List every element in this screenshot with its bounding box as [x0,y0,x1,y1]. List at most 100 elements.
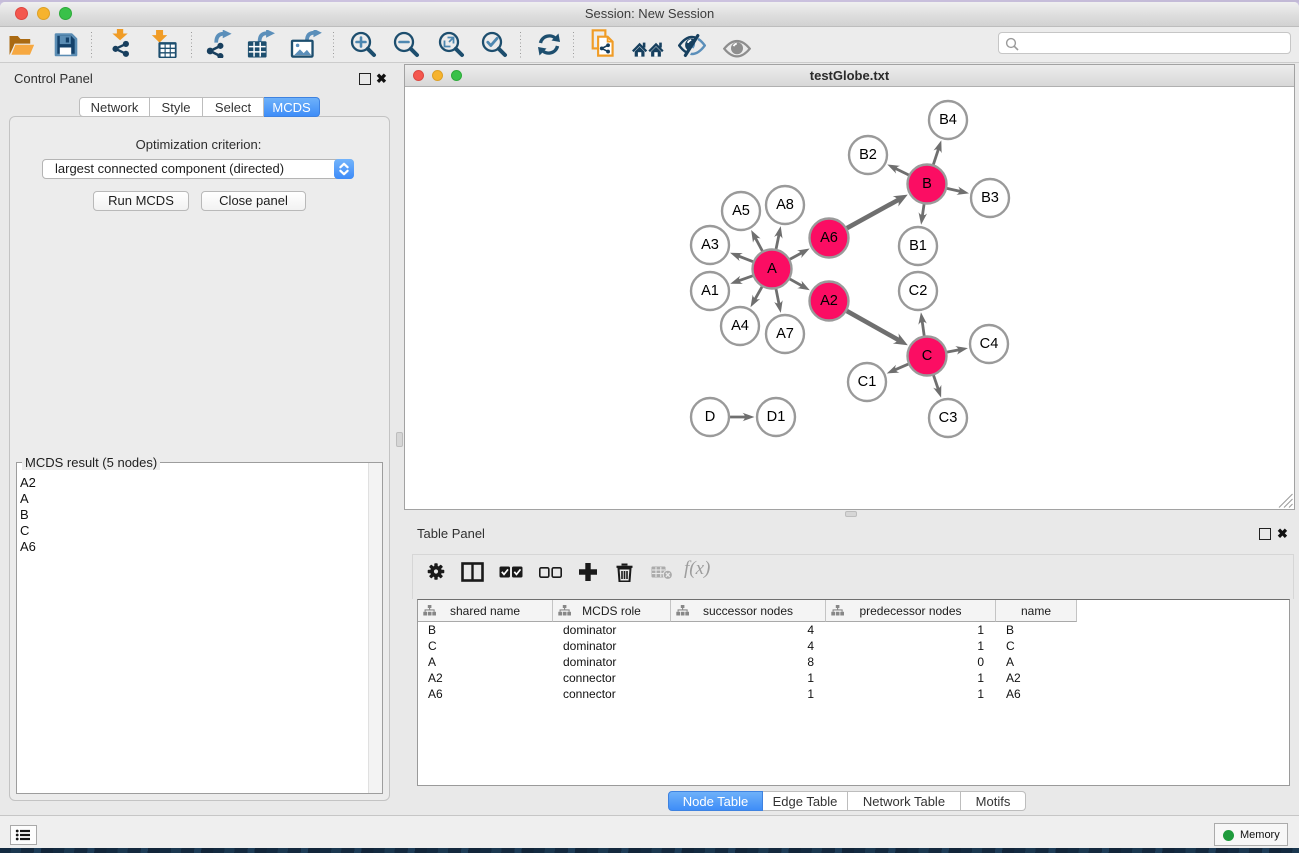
export-image-icon[interactable] [289,30,323,58]
column-header-MCDS-role[interactable]: MCDS role [553,600,671,622]
column-header-name[interactable]: name [996,600,1077,622]
import-network-icon[interactable] [107,29,134,57]
add-row-icon[interactable] [578,562,598,582]
resize-grip-icon[interactable] [1277,492,1293,508]
horizontal-split-handle[interactable] [845,511,857,517]
mcds-result-item[interactable]: B [20,507,36,523]
tab-style[interactable]: Style [150,97,203,117]
graph-node-label-A: A [767,261,777,277]
edge-A2-C[interactable] [844,310,901,342]
control-panel-close-icon[interactable]: ✖ [376,73,388,85]
show-panel-icon[interactable] [723,35,751,63]
search-input[interactable] [998,32,1291,54]
table-cell: dominator [553,638,671,654]
control-panel-float-icon[interactable] [359,73,371,85]
zoom-fit-icon[interactable] [438,31,465,59]
node-table-header: shared name MCDS role successor nodes prede… [418,600,1289,622]
network-window-titlebar[interactable]: testGlobe.txt [405,65,1294,87]
refresh-icon[interactable] [537,32,561,60]
network-graph-canvas[interactable]: AA6A2BCA5A8A3A1A4A7B2B4B3B1C2C4C1C3DD1 [405,87,1294,509]
tab-edge-table[interactable]: Edge Table [763,791,848,811]
window-titlebar[interactable]: Session: New Session [0,2,1299,27]
split-columns-icon[interactable] [461,562,484,582]
deselect-all-icon[interactable] [539,567,562,578]
table-cell: B [996,622,1077,638]
control-panel-tabs: NetworkStyleSelectMCDS [79,97,320,117]
export-table-icon[interactable] [245,30,276,58]
zoom-selected-icon[interactable] [481,31,508,59]
mcds-result-item[interactable]: A [20,491,36,507]
tab-motifs[interactable]: Motifs [961,791,1026,811]
settings-gear-icon[interactable] [427,562,445,581]
graph-node-label-A3: A3 [701,237,719,253]
optimization-criterion-select[interactable]: largest connected component (directed) [42,159,354,179]
tab-mcds[interactable]: MCDS [264,97,320,117]
graph-node-label-A7: A7 [776,326,794,342]
vertical-split-handle[interactable] [396,432,403,447]
graph-node-label-C2: C2 [909,283,928,299]
mcds-result-list: A2ABCA6 [20,475,36,555]
mcds-result-item[interactable]: C [20,523,36,539]
table-panel-title: Table Panel [417,526,485,541]
tab-network-table[interactable]: Network Table [848,791,961,811]
column-header-predecessor-nodes[interactable]: predecessor nodes [826,600,996,622]
delete-row-icon[interactable] [615,562,634,582]
table-cell: C [996,638,1077,654]
memory-button[interactable]: Memory [1214,823,1288,846]
table-row[interactable]: A6connector11A6 [418,686,1289,702]
graph-node-label-A1: A1 [701,283,719,299]
column-header-successor-nodes[interactable]: successor nodes [671,600,826,622]
graph-node-label-A8: A8 [776,197,794,213]
graph-node-label-A4: A4 [731,318,749,334]
network-view-window: testGlobe.txt AA6A2BCA5A8A3A1A4A7B2B4B3B… [404,64,1295,510]
delete-table-icon[interactable] [651,566,673,580]
column-header-shared-name[interactable]: shared name [418,600,553,622]
column-header-label: successor nodes [703,604,793,618]
graph-node-label-D1: D1 [767,409,786,425]
task-history-button[interactable] [10,825,37,845]
table-row[interactable]: Cdominator41C [418,638,1289,654]
table-row[interactable]: Adominator80A [418,654,1289,670]
edge-B-B4[interactable] [932,147,939,168]
graph-node-label-B: B [922,176,932,192]
save-icon[interactable] [53,31,78,59]
mcds-result-item[interactable]: A2 [20,475,36,491]
select-all-icon[interactable] [499,566,523,578]
tab-select[interactable]: Select [203,97,264,117]
function-builder-icon[interactable]: f(x) [684,558,710,580]
table-cell: connector [553,686,671,702]
zoom-in-icon[interactable] [350,31,377,59]
close-panel-button[interactable]: Close panel [201,191,306,211]
table-cell: A2 [418,670,553,686]
table-row[interactable]: A2connector11A2 [418,670,1289,686]
table-cell: connector [553,670,671,686]
table-cell: 0 [826,654,996,670]
table-panel-close-icon[interactable]: ✖ [1277,528,1288,539]
graph-node-label-D: D [705,409,716,425]
copy-network-icon[interactable] [590,29,618,57]
column-header-label: MCDS role [582,604,641,618]
network-window-title: testGlobe.txt [405,68,1294,83]
import-table-icon[interactable] [150,30,178,58]
mcds-result-item[interactable]: A6 [20,539,36,555]
search-icon [1005,37,1019,51]
table-cell: dominator [553,622,671,638]
tab-network[interactable]: Network [79,97,150,117]
optimization-criterion-label: Optimization criterion: [0,137,397,152]
home-icon[interactable] [632,35,664,63]
graph-node-label-A6: A6 [820,230,838,246]
export-network-icon[interactable] [204,30,234,58]
toolbar-separator [573,32,574,58]
node-table: shared name MCDS role successor nodes prede… [417,599,1290,786]
zoom-out-icon[interactable] [393,31,420,59]
node-table-body: Bdominator41BCdominator41CAdominator80AA… [418,622,1289,702]
edge-A6-B[interactable] [844,198,901,229]
mcds-result-scrollbar[interactable] [368,463,382,793]
table-row[interactable]: Bdominator41B [418,622,1289,638]
table-panel-float-icon[interactable] [1259,528,1271,540]
run-mcds-button[interactable]: Run MCDS [93,191,189,211]
table-cell: A [418,654,553,670]
hide-panel-icon[interactable] [678,32,706,60]
open-folder-icon[interactable] [8,31,36,59]
tab-node-table[interactable]: Node Table [668,791,763,811]
